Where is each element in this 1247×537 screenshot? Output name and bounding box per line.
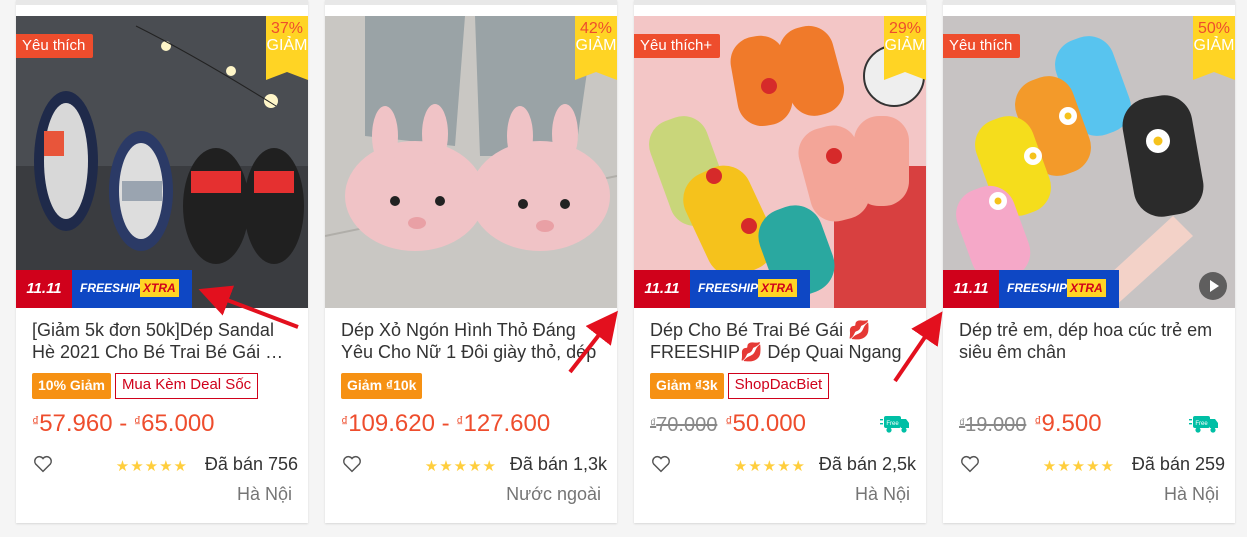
product-card[interactable]: Yêu thích 37% GIẢM 11.11 FREESHIP XTRA [… — [16, 0, 308, 523]
product-title[interactable]: Dép Cho Bé Trai Bé Gái 💋 FREESHIP💋 Dép Q… — [650, 319, 912, 365]
discount-word: GIẢM — [1193, 36, 1235, 54]
sale-price: 50.000 — [732, 410, 806, 437]
heart-outline-icon[interactable] — [341, 453, 363, 475]
voucher-tag: 10% Giảm — [32, 373, 111, 399]
colorful-slides-photo — [634, 16, 926, 308]
freeship-frame: 11.11 FREESHIP XTRA — [634, 270, 810, 308]
favorite-badge: Yêu thích — [943, 34, 1021, 58]
price-range: ₫57.960 - ₫65.000 — [32, 410, 215, 437]
sold-count: Đã bán 2,5k — [818, 454, 916, 474]
freeship-label: FREESHIP — [80, 281, 141, 295]
tag-row: Giảm ₫3k ShopDacBiet — [650, 373, 830, 399]
voucher-tag: Giảm ₫10k — [341, 373, 423, 399]
svg-text:Free: Free — [886, 421, 899, 427]
meta-row: ★★★★★ Đã bán 1,3k — [341, 453, 607, 477]
price-range: ₫109.620 - ₫127.600 — [341, 410, 551, 437]
freeship-xtra: XTRA — [758, 279, 797, 297]
product-image[interactable]: Yêu thích 37% GIẢM 11.11 FREESHIP XTRA — [16, 16, 308, 308]
discount-badge: 29% GIẢM — [884, 16, 926, 80]
discount-word: GIẢM — [884, 36, 926, 54]
svg-text:Free: Free — [1195, 421, 1208, 427]
bunny-slippers-photo — [325, 16, 617, 308]
product-image[interactable]: Yêu thích+ 29% GIẢM 11.11 FREESHIP XTRA — [634, 16, 926, 308]
product-image[interactable]: Yêu thích 50% GIẢM 11.11 FREESHIP XTRA — [943, 16, 1235, 308]
freeship-frame: 11.11 FREESHIP XTRA — [16, 270, 192, 308]
discount-percent: 29% — [888, 20, 922, 37]
discount-word: GIẢM — [266, 36, 308, 54]
rating-stars: ★★★★★ — [115, 458, 188, 475]
price-high: 65.000 — [141, 410, 215, 437]
video-play-icon[interactable] — [1199, 272, 1227, 300]
tag-row: 10% Giảm Mua Kèm Deal Sốc — [32, 373, 259, 399]
location: Nước ngoài — [506, 484, 601, 504]
price: ₫19.000 ₫9.500 — [959, 410, 1102, 437]
original-price: ₫19.000 — [959, 414, 1027, 436]
free-shipping-truck-icon: Free — [1189, 416, 1218, 433]
location: Hà Nội — [854, 484, 910, 504]
discount-badge: 50% GIẢM — [1193, 16, 1235, 80]
location: Hà Nội — [1163, 484, 1219, 504]
meta-row: ★★★★★ Đã bán 2,5k — [650, 453, 916, 477]
rating-stars: ★★★★★ — [424, 458, 497, 475]
favorite-badge: Yêu thích — [16, 34, 94, 58]
product-title[interactable]: Dép trẻ em, dép hoa cúc trẻ em siêu êm c… — [959, 319, 1221, 365]
sandals-photo — [16, 16, 308, 308]
tag-row: Giảm ₫10k — [341, 373, 423, 399]
sold-count: Đã bán 1,3k — [509, 454, 607, 474]
free-shipping-truck-icon: Free — [880, 416, 909, 433]
product-card[interactable]: Yêu thích 50% GIẢM 11.11 FREESHIP XTRA D… — [943, 0, 1235, 523]
promo-date: 11.11 — [943, 270, 999, 308]
product-title[interactable]: [Giảm 5k đơn 50k]Dép Sandal Hè 2021 Cho … — [32, 319, 294, 365]
sale-price: 9.500 — [1041, 410, 1102, 437]
discount-percent: 37% — [270, 20, 304, 37]
freeship-frame: 11.11 FREESHIP XTRA — [943, 270, 1119, 308]
sold-count: Đã bán 756 — [204, 454, 298, 474]
daisy-slides-photo — [943, 16, 1235, 308]
rating-stars: ★★★★★ — [733, 458, 806, 475]
heart-outline-icon[interactable] — [32, 453, 54, 475]
heart-outline-icon[interactable] — [959, 453, 981, 475]
location: Hà Nội — [236, 484, 292, 504]
freeship-xtra: XTRA — [1067, 279, 1106, 297]
freeship-label: FREESHIP — [698, 281, 759, 295]
heart-outline-icon[interactable] — [650, 453, 672, 475]
rating-stars: ★★★★★ — [1042, 458, 1115, 475]
discount-badge: 37% GIẢM — [266, 16, 308, 80]
product-card[interactable]: Yêu thích+ 29% GIẢM 11.11 FREESHIP XTRA … — [634, 0, 926, 523]
discount-percent: 42% — [579, 20, 613, 37]
freeship-label: FREESHIP — [1007, 281, 1068, 295]
price-low: 109.620 — [348, 410, 435, 437]
promo-date: 11.11 — [16, 270, 72, 308]
original-price: ₫70.000 — [650, 414, 718, 436]
meta-row: ★★★★★ Đã bán 756 — [32, 453, 298, 477]
price-high: 127.600 — [463, 410, 551, 437]
voucher-tag: Giảm ₫3k — [650, 373, 724, 399]
favorite-badge: Yêu thích+ — [634, 34, 721, 58]
shop-tag: Mua Kèm Deal Sốc — [114, 373, 259, 399]
sold-count: Đã bán 259 — [1131, 454, 1225, 474]
meta-row: ★★★★★ Đã bán 259 — [959, 453, 1225, 477]
discount-badge: 42% GIẢM — [575, 16, 617, 80]
product-image[interactable]: 42% GIẢM — [325, 16, 617, 308]
discount-percent: 50% — [1197, 20, 1231, 37]
freeship-xtra: XTRA — [140, 279, 179, 297]
discount-word: GIẢM — [575, 36, 617, 54]
price-low: 57.960 — [39, 410, 113, 437]
price: ₫70.000 ₫50.000 — [650, 410, 806, 437]
product-card[interactable]: 42% GIẢM Dép Xỏ Ngón Hình Thỏ Đáng Yêu C… — [325, 0, 617, 523]
product-title[interactable]: Dép Xỏ Ngón Hình Thỏ Đáng Yêu Cho Nữ 1 Đ… — [341, 319, 603, 365]
promo-date: 11.11 — [634, 270, 690, 308]
shop-tag: ShopDacBiet — [727, 373, 830, 399]
